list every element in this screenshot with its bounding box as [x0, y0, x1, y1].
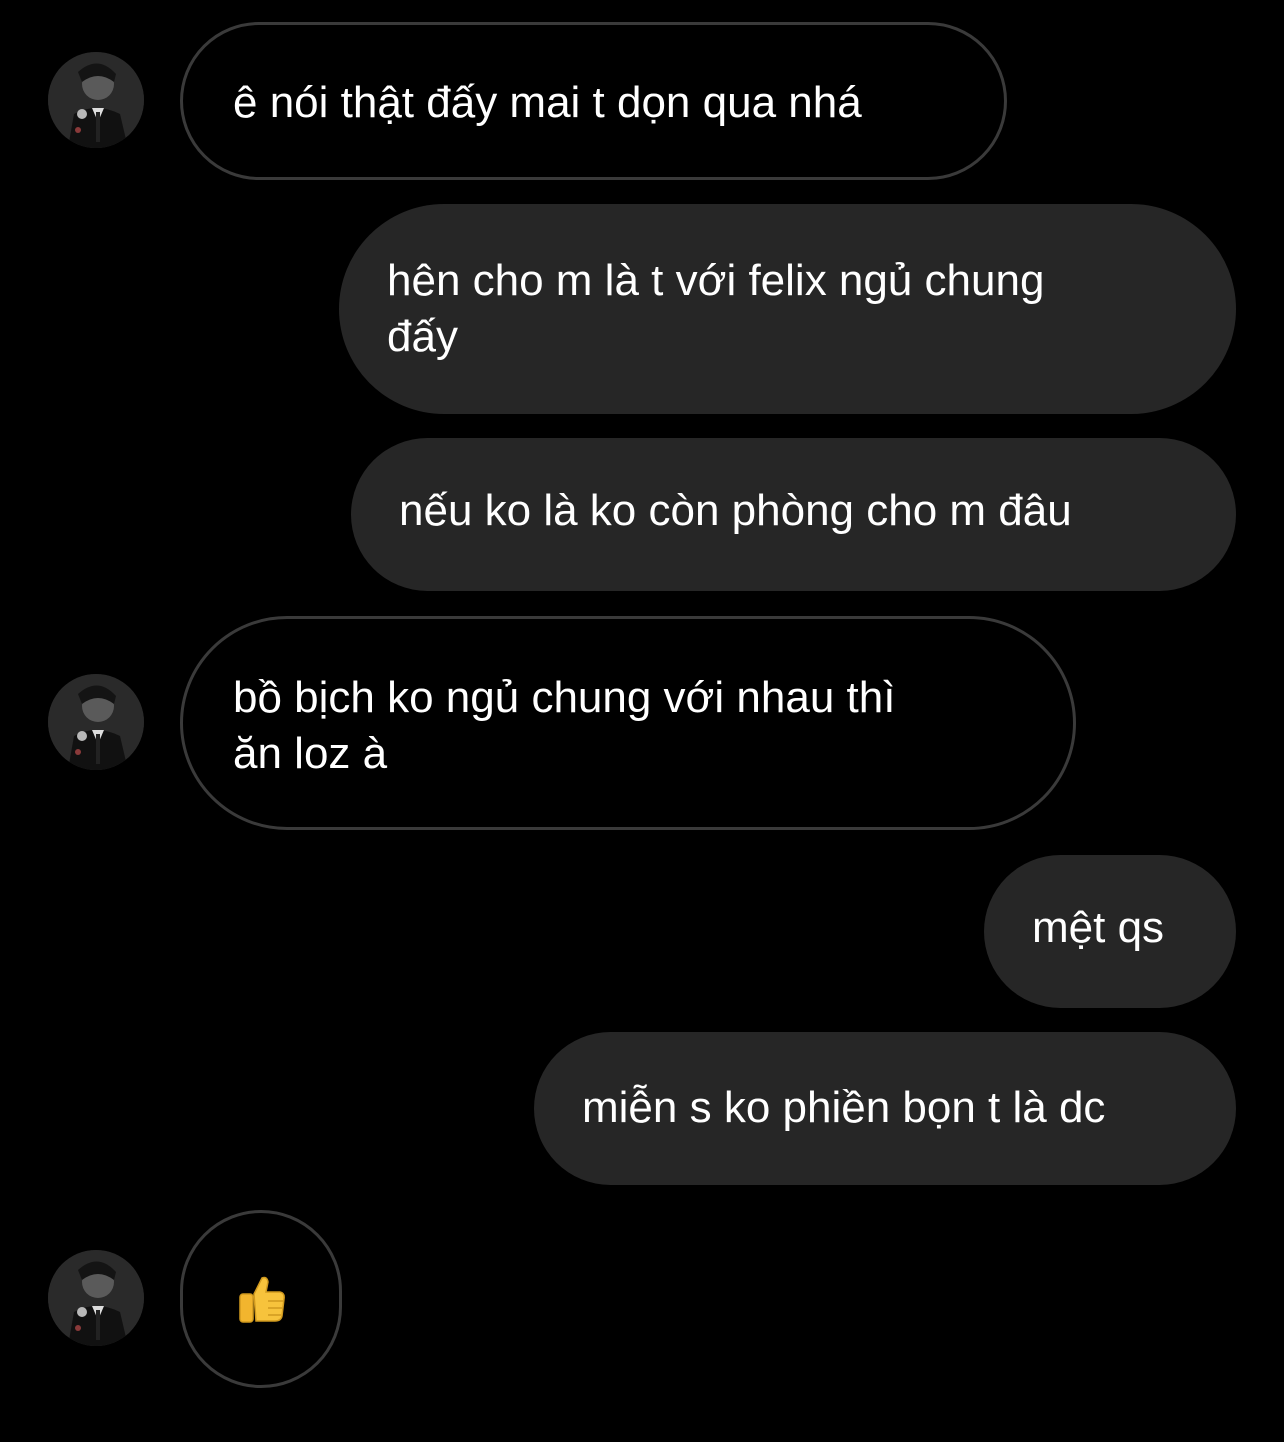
avatar-image: [48, 52, 144, 148]
message-bubble-outgoing[interactable]: mệt qs: [984, 855, 1236, 1008]
message-text: mệt qs: [1032, 903, 1165, 952]
contact-avatar[interactable]: [48, 1250, 144, 1346]
message-text-line: đấy: [387, 312, 458, 361]
message-bubble-incoming[interactable]: bồ bịch ko ngủ chung với nhau thì ăn loz…: [180, 616, 1076, 830]
contact-avatar[interactable]: [48, 52, 144, 148]
message-bubble-outgoing[interactable]: miễn s ko phiền bọn t là dc: [534, 1032, 1236, 1185]
avatar-image: [48, 1250, 144, 1346]
message-text: ê nói thật đấy mai t dọn qua nhá: [233, 78, 862, 127]
message-bubble-incoming[interactable]: ê nói thật đấy mai t dọn qua nhá: [180, 22, 1007, 180]
avatar-image: [48, 674, 144, 770]
message-text-line: bồ bịch ko ngủ chung với nhau thì: [233, 673, 896, 722]
message-bubble-incoming[interactable]: [180, 1210, 342, 1388]
thumbs-up-icon: [239, 1276, 285, 1323]
message-text-line: ăn loz à: [233, 729, 388, 778]
message-text: miễn s ko phiền bọn t là dc: [582, 1083, 1106, 1132]
message-bubble-outgoing[interactable]: hên cho m là t với felix ngủ chung đấy: [339, 204, 1236, 414]
message-text-line: hên cho m là t với felix ngủ chung: [387, 256, 1045, 305]
message-text: nếu ko là ko còn phòng cho m đâu: [399, 486, 1072, 535]
message-bubble-outgoing[interactable]: nếu ko là ko còn phòng cho m đâu: [351, 438, 1236, 591]
contact-avatar[interactable]: [48, 674, 144, 770]
